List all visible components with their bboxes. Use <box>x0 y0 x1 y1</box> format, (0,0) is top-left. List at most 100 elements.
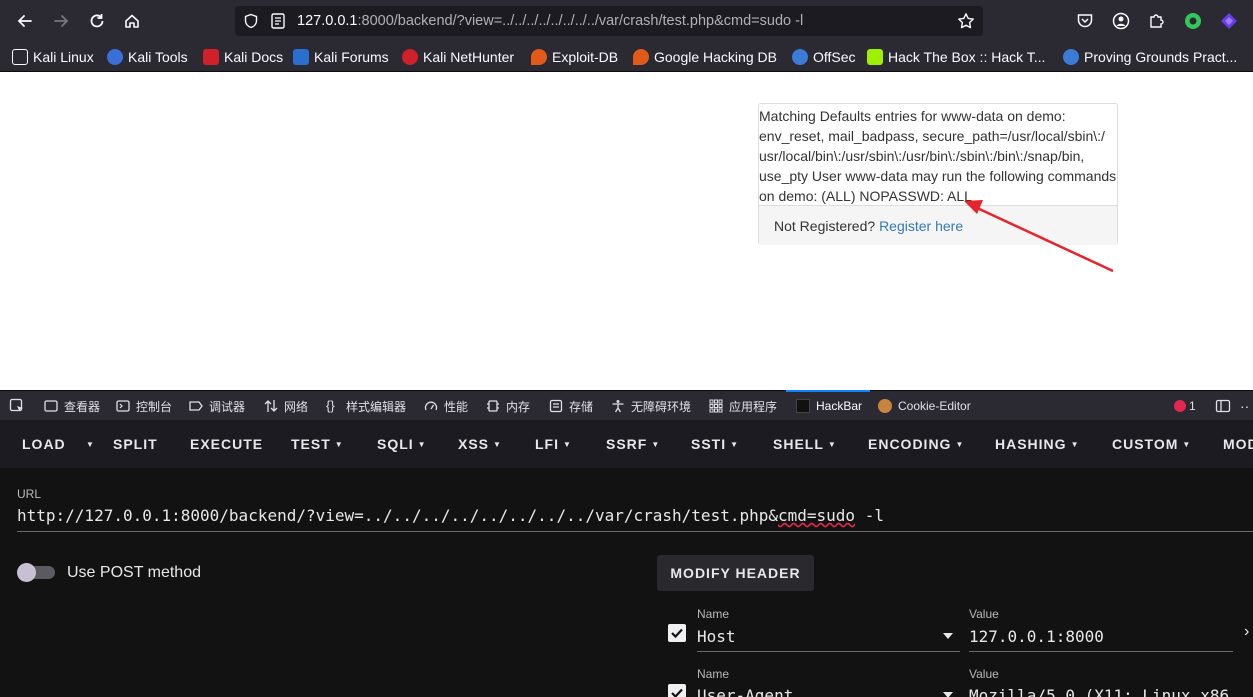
menu-shell[interactable]: SHELL ▼ <box>773 436 837 452</box>
error-count-badge[interactable]: 1 <box>1174 398 1196 414</box>
header-name-underline <box>697 651 960 652</box>
remove-header-icon[interactable]: › <box>1244 623 1249 641</box>
bookmark-google-hacking-db[interactable]: Google Hacking DB <box>633 48 777 66</box>
page-content: Matching Defaults entries for www-data o… <box>0 72 1253 390</box>
cookie-icon <box>878 399 892 413</box>
menu-mod[interactable]: MOD <box>1223 436 1253 452</box>
header-name-label: Name <box>697 667 730 681</box>
tab-network[interactable]: 网络 <box>264 398 308 414</box>
header-value-label: Value <box>969 607 999 621</box>
tab-storage[interactable]: 存储 <box>549 398 593 414</box>
modify-header-button[interactable]: MODIFY HEADER <box>657 555 814 591</box>
execute-button[interactable]: EXECUTE <box>190 436 263 452</box>
header-enabled-checkbox[interactable] <box>668 684 686 697</box>
menu-hashing[interactable]: HASHING ▼ <box>995 436 1079 452</box>
kali-docs-icon <box>203 49 219 65</box>
bookmark-kali-docs[interactable]: Kali Docs <box>203 48 283 66</box>
tab-inspector[interactable]: 查看器 <box>44 398 100 414</box>
post-method-toggle[interactable] <box>17 563 55 582</box>
menu-sqli[interactable]: SQLI ▼ <box>377 436 427 452</box>
home-button[interactable] <box>118 7 146 35</box>
navigation-toolbar: 127.0.0.1:8000/backend/?view=../../../..… <box>0 0 1253 42</box>
bookmark-hack-the-box[interactable]: Hack The Box :: Hack T... <box>867 48 1045 66</box>
header-value-input[interactable]: Mozilla/5.0 (X11; Linux x86 <box>969 686 1229 697</box>
tab-cookie-editor[interactable]: Cookie-Editor <box>878 398 971 414</box>
tab-accessibility[interactable]: 无障碍环境 <box>611 398 691 414</box>
element-picker-button[interactable] <box>9 398 25 414</box>
page-info-icon[interactable] <box>271 12 285 30</box>
menu-ssti[interactable]: SSTI ▼ <box>691 436 739 452</box>
tab-label: 无障碍环境 <box>631 399 692 414</box>
ghdb-icon <box>633 49 649 65</box>
caret-down-icon: ▼ <box>86 440 95 449</box>
header-value-input[interactable]: 127.0.0.1:8000 <box>969 627 1104 646</box>
menu-ssrf[interactable]: SSRF ▼ <box>606 436 660 452</box>
header-name-dropdown-icon[interactable] <box>943 692 953 697</box>
reload-button[interactable] <box>83 7 111 35</box>
reload-icon <box>90 14 104 28</box>
forward-button[interactable] <box>47 7 75 35</box>
url-label: URL <box>17 487 42 501</box>
bookmark-kali-tools[interactable]: Kali Tools <box>107 48 188 66</box>
url-value-end: -l <box>855 506 884 525</box>
menu-label: ENCODING <box>868 436 952 452</box>
bookmark-label: Kali Docs <box>224 49 284 65</box>
bookmark-star-icon[interactable] <box>957 12 975 30</box>
caret-down-icon: ▼ <box>563 440 572 449</box>
bookmark-exploit-db[interactable]: Exploit-DB <box>531 48 618 66</box>
dock-icon <box>1215 399 1231 413</box>
tab-hackbar[interactable]: HackBar <box>796 398 862 414</box>
tab-console[interactable]: 控制台 <box>116 398 172 414</box>
bookmark-kali-forums[interactable]: Kali Forums <box>293 48 389 66</box>
split-button[interactable]: SPLIT <box>113 436 158 452</box>
tab-label: 控制台 <box>136 399 173 414</box>
tab-style-editor[interactable]: {} 样式编辑器 <box>326 398 406 414</box>
extensions-button[interactable] <box>1145 9 1169 33</box>
debugger-icon <box>189 401 203 411</box>
extension-purple-button[interactable] <box>1217 9 1241 33</box>
header-enabled-checkbox[interactable] <box>668 624 686 642</box>
menu-xss[interactable]: XSS ▼ <box>458 436 502 452</box>
url-text[interactable]: 127.0.0.1:8000/backend/?view=../../../..… <box>297 13 803 29</box>
bookmark-proving-grounds[interactable]: Proving Grounds Pract... <box>1063 48 1237 66</box>
tab-application[interactable]: 应用程序 <box>709 398 777 414</box>
bookmark-label: Kali Forums <box>314 49 389 65</box>
url-input[interactable]: http://127.0.0.1:8000/backend/?view=../.… <box>17 506 1253 532</box>
kali-nethunter-icon <box>402 49 418 65</box>
account-button[interactable] <box>1109 9 1133 33</box>
toggle-knob <box>17 563 36 582</box>
browser-window: 127.0.0.1:8000/backend/?view=../../../..… <box>0 0 1253 697</box>
menu-encoding[interactable]: ENCODING ▼ <box>868 436 964 452</box>
load-button[interactable]: LOAD <box>22 436 66 452</box>
bookmark-kali-linux[interactable]: Kali Linux <box>12 48 94 66</box>
tab-performance[interactable]: 性能 <box>424 398 468 414</box>
menu-custom[interactable]: CUSTOM ▼ <box>1112 436 1191 452</box>
menu-test[interactable]: TEST ▼ <box>291 436 344 452</box>
bookmark-kali-nethunter[interactable]: Kali NetHunter <box>402 48 514 66</box>
load-dropdown-button[interactable]: ▼ <box>82 436 95 452</box>
back-button[interactable] <box>11 7 39 35</box>
more-options-button[interactable]: ·· <box>1240 398 1249 414</box>
bookmark-offsec[interactable]: OffSec <box>792 48 856 66</box>
green-circle-extension-icon <box>1185 13 1201 29</box>
tracking-shield-icon[interactable] <box>243 13 259 29</box>
menu-label: LFI <box>535 436 559 452</box>
caret-down-icon: ▼ <box>1070 440 1080 449</box>
dock-toggle-button[interactable] <box>1215 398 1231 414</box>
command-output: Matching Defaults entries for www-data o… <box>759 108 1117 204</box>
pocket-button[interactable] <box>1073 9 1097 33</box>
header-name-dropdown-icon[interactable] <box>943 633 953 639</box>
extension-green-button[interactable] <box>1181 9 1205 33</box>
hack-the-box-icon <box>867 49 883 65</box>
tab-debugger[interactable]: 调试器 <box>189 398 245 414</box>
tab-memory[interactable]: 内存 <box>486 398 530 414</box>
header-name-input[interactable]: Host <box>697 627 736 646</box>
braces-icon: {} <box>326 398 335 413</box>
header-name-input[interactable]: User-Agent <box>697 686 793 697</box>
performance-gauge-icon <box>424 401 438 411</box>
address-bar[interactable]: 127.0.0.1:8000/backend/?view=../../../..… <box>235 6 983 36</box>
storage-icon <box>549 399 563 413</box>
devtools-tab-bar: 查看器 控制台 调试器 网络 {} 样式编辑器 性能 内存 存储 无障碍环境 应用… <box>0 390 1253 420</box>
error-count: 1 <box>1189 399 1196 413</box>
menu-lfi[interactable]: LFI ▼ <box>535 436 572 452</box>
